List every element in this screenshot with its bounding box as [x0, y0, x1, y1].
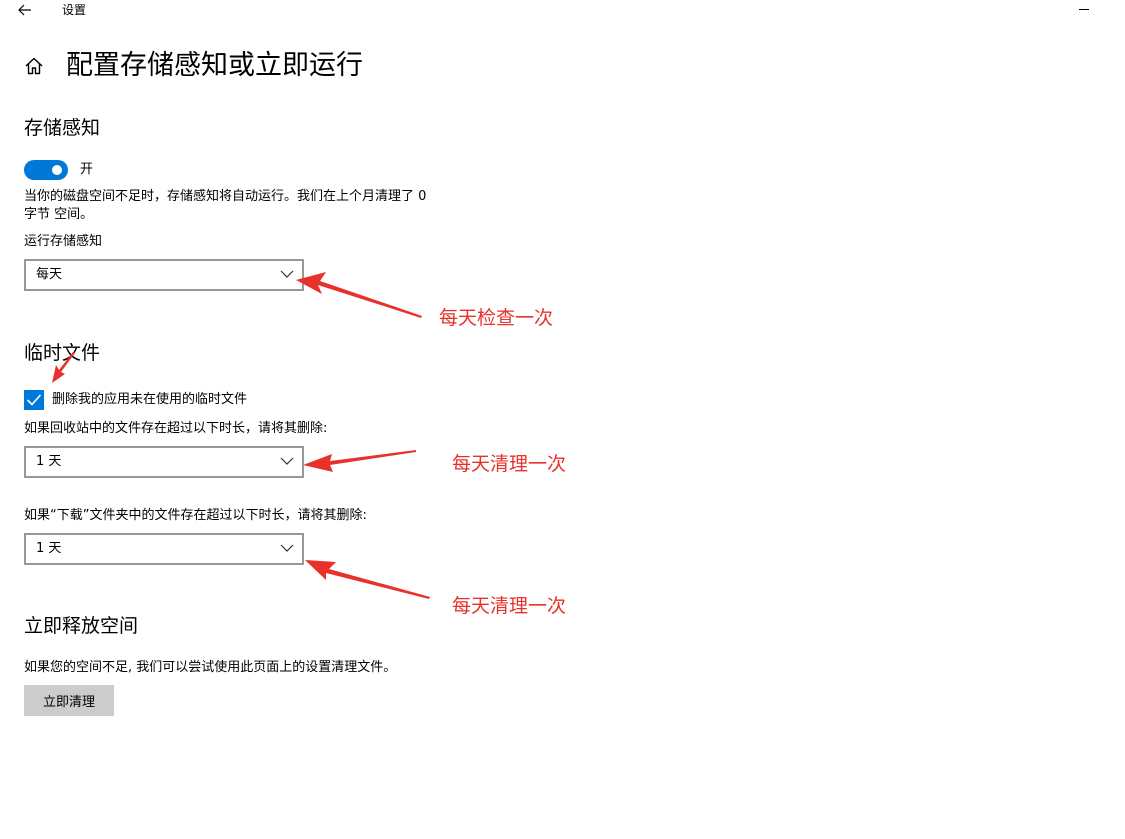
back-arrow-icon [18, 4, 31, 16]
window-title: 设置 [62, 3, 87, 17]
run-storage-sense-label: 运行存储感知 [24, 234, 103, 249]
storage-sense-description-line2: 字节 空间。 [24, 207, 94, 222]
minimize-button[interactable] [1070, 0, 1100, 20]
delete-temp-files-label: 删除我的应用未在使用的临时文件 [52, 392, 248, 407]
back-button[interactable] [10, 0, 40, 20]
clean-now-button[interactable]: 立即清理 [24, 685, 114, 716]
run-frequency-dropdown[interactable]: 每天 [24, 259, 304, 291]
downloads-label: 如果“下载”文件夹中的文件存在超过以下时长，请将其删除: [24, 508, 367, 523]
home-icon [25, 57, 43, 75]
free-space-description: 如果您的空间不足, 我们可以尝试使用此页面上的设置清理文件。 [24, 660, 397, 675]
chevron-down-icon [280, 270, 294, 278]
annotation-arrow [305, 560, 430, 599]
annotation-arrow [303, 450, 416, 472]
recycle-bin-label: 如果回收站中的文件存在超过以下时长，请将其删除: [24, 421, 328, 436]
dropdown-value: 1 天 [36, 541, 62, 556]
home-button[interactable] [20, 52, 48, 80]
dropdown-value: 每天 [36, 267, 63, 282]
annotation-recycle-note: 每天清理一次 [452, 453, 567, 475]
temp-files-heading: 临时文件 [24, 342, 101, 364]
minimize-icon [1079, 9, 1089, 10]
annotation-run-note: 每天检查一次 [439, 307, 554, 329]
toggle-state-label: 开 [80, 162, 94, 177]
dropdown-value: 1 天 [36, 454, 62, 469]
storage-sense-toggle[interactable] [24, 160, 68, 180]
toggle-knob [52, 165, 62, 175]
free-space-heading: 立即释放空间 [24, 615, 139, 637]
annotation-downloads-note: 每天清理一次 [452, 595, 567, 617]
recycle-bin-dropdown[interactable]: 1 天 [24, 446, 304, 478]
storage-sense-heading: 存储感知 [24, 117, 101, 139]
downloads-dropdown[interactable]: 1 天 [24, 533, 304, 565]
annotation-arrow [296, 272, 422, 318]
page-title: 配置存储感知或立即运行 [66, 50, 363, 81]
delete-temp-files-checkbox[interactable] [24, 390, 44, 410]
storage-sense-description-line1: 当你的磁盘空间不足时，存储感知将自动运行。我们在上个月清理了 0 [24, 189, 427, 204]
chevron-down-icon [280, 457, 294, 465]
checkmark-icon [26, 394, 42, 406]
chevron-down-icon [280, 544, 294, 552]
